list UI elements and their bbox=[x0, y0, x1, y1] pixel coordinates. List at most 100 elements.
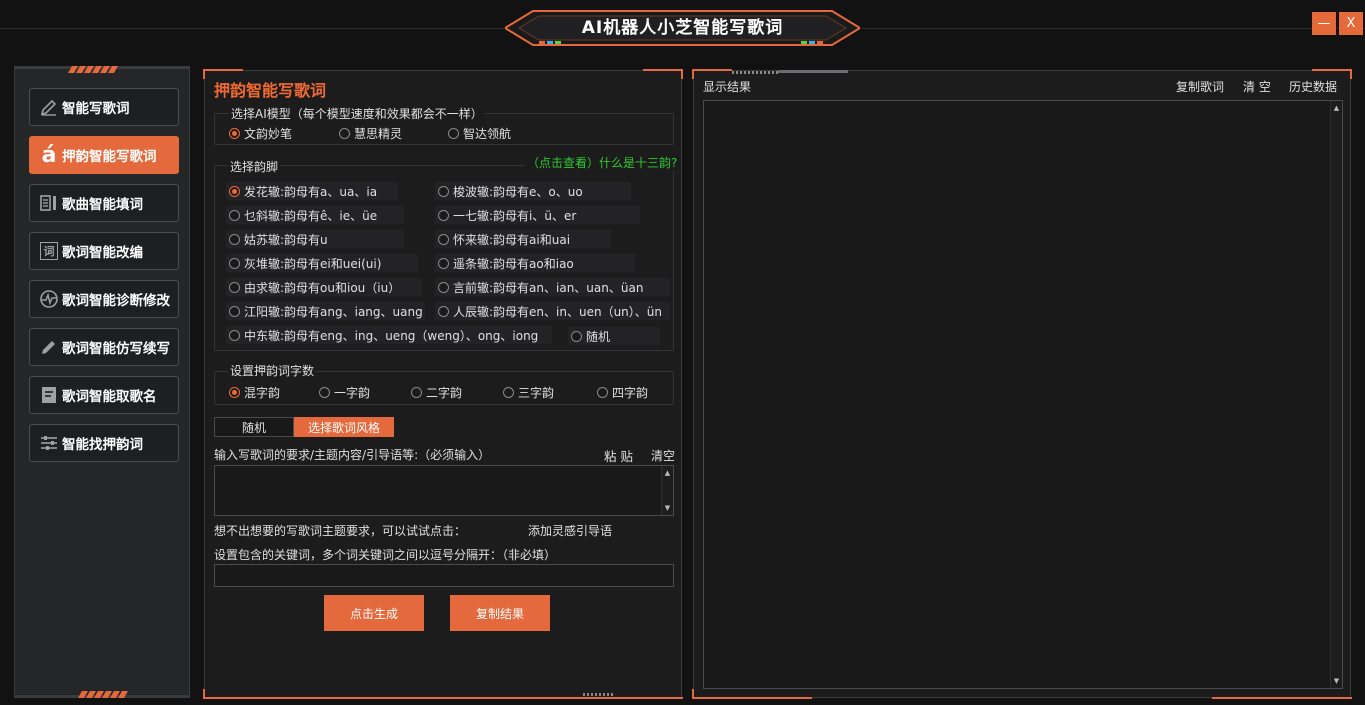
rhyme-lyrics-panel: 押韵智能写歌词 选择AI模型（每个模型速度和效果都会不一样） 文韵妙笔 慧思精灵… bbox=[203, 69, 683, 699]
sidebar-item-label: 智能找押韵词 bbox=[62, 437, 143, 453]
sidebar-item-label: 歌曲智能填词 bbox=[62, 197, 143, 213]
radio-indicator bbox=[229, 305, 240, 317]
rhyme-group-label: 选择韵脚 bbox=[228, 158, 281, 175]
result-panel: 显示结果 复制歌词 清 空 历史数据 ▲ ▼ bbox=[692, 69, 1352, 699]
radio-indicator bbox=[339, 127, 350, 139]
document-icon bbox=[39, 385, 59, 405]
sidebar-item-label: 歌词智能取歌名 bbox=[62, 389, 157, 405]
rhyme-option-random[interactable]: 随机 bbox=[568, 327, 660, 345]
sidebar-item-label: 歌词智能诊断修改 bbox=[62, 293, 170, 309]
thirteen-rhymes-help-link[interactable]: （点击查看）什么是十三韵? bbox=[525, 154, 680, 171]
radio-indicator bbox=[229, 281, 240, 293]
radio-indicator bbox=[229, 233, 240, 245]
rhyme-option[interactable]: 灰堆辙:韵母有ei和uei(ui) bbox=[226, 254, 418, 272]
radio-indicator bbox=[597, 386, 608, 398]
clear-result-button[interactable]: 清 空 bbox=[1243, 78, 1271, 95]
sidebar: 智能写歌词 á 押韵智能写歌词 歌曲智能填词 词 歌词智能改编 歌词智能诊断修改… bbox=[14, 66, 190, 698]
radio-indicator bbox=[448, 127, 459, 139]
copy-result-button[interactable]: 复制结果 bbox=[450, 595, 550, 631]
result-bottom-decoration bbox=[692, 689, 1352, 699]
rhyme-option[interactable]: 中东辙:韵母有eng、ing、ueng（weng）、ong、iong bbox=[226, 326, 552, 344]
count-option-mixed[interactable]: 混字韵 bbox=[226, 383, 286, 401]
requirement-input[interactable]: ▲ ▼ bbox=[214, 465, 674, 516]
count-option-1[interactable]: 一字韵 bbox=[316, 383, 376, 401]
sidebar-item-song-name[interactable]: 歌词智能取歌名 bbox=[29, 376, 179, 414]
copy-lyrics-button[interactable]: 复制歌词 bbox=[1176, 78, 1224, 95]
result-scrollbar[interactable]: ▲ ▼ bbox=[1330, 101, 1342, 688]
title-plate: AI机器人小芝智能写歌词 bbox=[505, 8, 860, 48]
radio-indicator bbox=[438, 209, 449, 221]
keywords-label: 设置包含的关键词，多个词关键词之间以逗号分隔开：（非必填） bbox=[214, 548, 557, 562]
generate-button[interactable]: 点击生成 bbox=[324, 595, 424, 631]
scroll-down-icon: ▼ bbox=[664, 504, 671, 512]
rhyme-option[interactable]: 言前辙:韵母有an、ian、uan、üan bbox=[435, 278, 670, 296]
sidebar-item-label: 智能写歌词 bbox=[62, 101, 130, 117]
radio-indicator bbox=[229, 386, 240, 398]
scroll-down-icon: ▼ bbox=[1333, 677, 1340, 685]
radio-indicator bbox=[411, 386, 422, 398]
model-option-huisi[interactable]: 慧思精灵 bbox=[336, 124, 408, 142]
count-option-3[interactable]: 三字韵 bbox=[500, 383, 560, 401]
rhyme-option[interactable]: 人辰辙:韵母有en、in、uen（un）、ün bbox=[435, 302, 670, 320]
model-option-zhida[interactable]: 智达领航 bbox=[445, 124, 517, 142]
select-style-button[interactable]: 选择歌词风格 bbox=[294, 417, 394, 437]
sliders-icon bbox=[39, 433, 59, 453]
scroll-up-icon: ▲ bbox=[664, 469, 671, 477]
sidebar-item-song-fill[interactable]: 歌曲智能填词 bbox=[29, 184, 179, 222]
result-output[interactable]: ▲ ▼ bbox=[703, 100, 1343, 689]
style-value-field[interactable]: 随机 bbox=[214, 417, 294, 437]
sidebar-item-rhyme-lyrics[interactable]: á 押韵智能写歌词 bbox=[29, 136, 179, 174]
radio-indicator bbox=[438, 281, 449, 293]
sidebar-item-label: 歌词智能改编 bbox=[62, 245, 143, 261]
sidebar-bottom-decoration bbox=[14, 691, 190, 698]
count-option-4[interactable]: 四字韵 bbox=[594, 383, 654, 401]
paste-button[interactable]: 粘 贴 bbox=[604, 446, 633, 465]
rhyme-option[interactable]: 一七辙:韵母有i、ü、er bbox=[435, 206, 640, 224]
radio-indicator bbox=[229, 127, 240, 139]
sidebar-item-lyrics-imitate[interactable]: 歌词智能仿写续写 bbox=[29, 328, 179, 366]
sidebar-item-smart-lyrics[interactable]: 智能写歌词 bbox=[29, 88, 179, 126]
radio-indicator bbox=[438, 233, 449, 245]
radio-indicator bbox=[229, 257, 240, 269]
model-option-wenyun[interactable]: 文韵妙笔 bbox=[226, 124, 298, 142]
rhyme-option[interactable]: 遥条辙:韵母有ao和iao bbox=[435, 254, 635, 272]
radio-indicator bbox=[438, 305, 449, 317]
minimize-button[interactable]: — bbox=[1312, 12, 1336, 35]
radio-indicator bbox=[571, 330, 582, 342]
sidebar-item-find-rhyme[interactable]: 智能找押韵词 bbox=[29, 424, 179, 462]
clear-requirement-button[interactable]: 清空 bbox=[651, 447, 675, 464]
title-color-stripes-right bbox=[801, 41, 823, 44]
word-count-group-label: 设置押韵词字数 bbox=[228, 362, 317, 379]
rhyme-option[interactable]: 怀来辙:韵母有ai和uai bbox=[435, 230, 611, 248]
sidebar-item-label: 歌词智能仿写续写 bbox=[62, 341, 170, 357]
rhyme-option[interactable]: 乜斜辙:韵母有ê、ie、üe bbox=[226, 206, 404, 224]
ci-char-icon: 词 bbox=[39, 241, 59, 261]
rhyme-option[interactable]: 发花辙:韵母有a、ua、ia bbox=[226, 182, 398, 200]
letter-a-icon: á bbox=[41, 142, 57, 168]
requirement-scrollbar[interactable]: ▲ ▼ bbox=[661, 466, 673, 515]
requirement-label: 输入写歌词的要求/主题内容/引导语等:（必须输入） bbox=[214, 448, 491, 462]
keywords-input[interactable] bbox=[214, 564, 674, 587]
radio-indicator bbox=[503, 386, 514, 398]
sidebar-item-lyrics-adapt[interactable]: 词 歌词智能改编 bbox=[29, 232, 179, 270]
radio-indicator bbox=[438, 185, 449, 197]
list-icon bbox=[39, 193, 59, 213]
rhyme-option[interactable]: 由求辙:韵母有ou和iou（iu） bbox=[226, 278, 422, 296]
radio-indicator bbox=[229, 185, 240, 197]
history-button[interactable]: 历史数据 bbox=[1289, 78, 1337, 95]
radio-indicator bbox=[229, 209, 240, 221]
model-group-label: 选择AI模型（每个模型速度和效果都会不一样） bbox=[229, 105, 485, 122]
edit-icon bbox=[39, 337, 59, 357]
rhyme-option[interactable]: 江阳辙:韵母有ang、iang、uang bbox=[226, 302, 425, 320]
radio-indicator bbox=[319, 386, 330, 398]
rhyme-option[interactable]: 梭波辙:韵母有e、o、uo bbox=[435, 182, 631, 200]
pulse-icon bbox=[39, 289, 59, 309]
add-inspiration-link[interactable]: 添加灵感引导语 bbox=[528, 522, 612, 539]
sidebar-item-label: 押韵智能写歌词 bbox=[62, 149, 157, 165]
count-option-2[interactable]: 二字韵 bbox=[408, 383, 468, 401]
app-title: AI机器人小芝智能写歌词 bbox=[581, 18, 784, 38]
sidebar-item-lyrics-diagnose[interactable]: 歌词智能诊断修改 bbox=[29, 280, 179, 318]
close-button[interactable]: X bbox=[1339, 12, 1363, 35]
rhyme-option[interactable]: 姑苏辙:韵母有u bbox=[226, 230, 404, 248]
scroll-up-icon: ▲ bbox=[1333, 104, 1340, 112]
